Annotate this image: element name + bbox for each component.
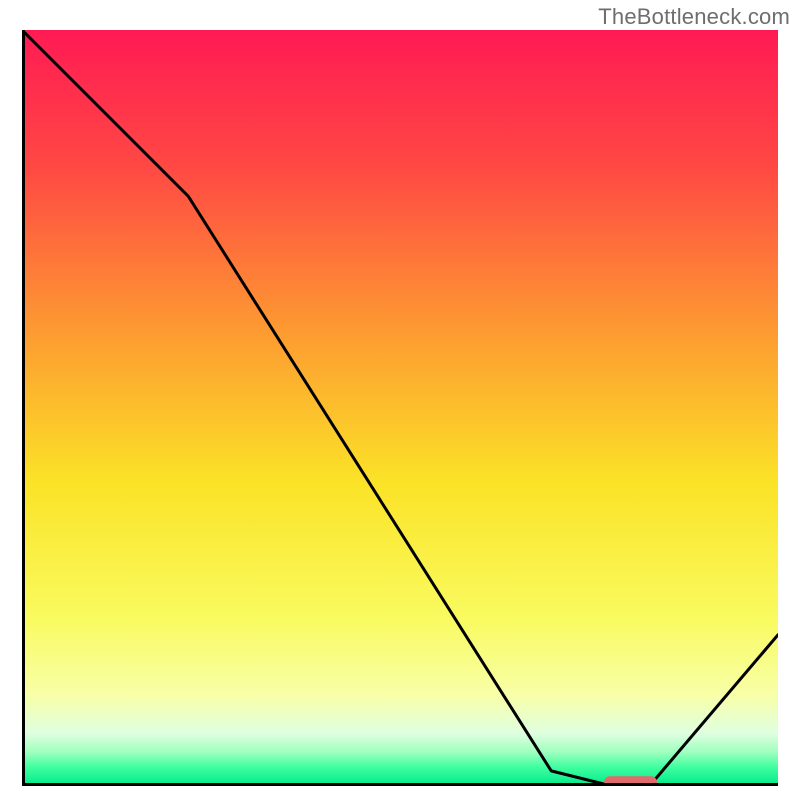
watermark-text: TheBottleneck.com (598, 4, 790, 30)
bottleneck-chart (22, 30, 778, 786)
chart-svg (22, 30, 778, 786)
